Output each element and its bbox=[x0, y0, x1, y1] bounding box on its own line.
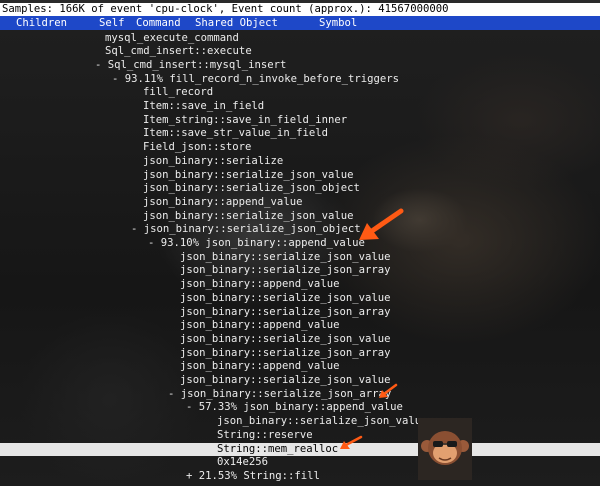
call-tree-row[interactable]: json_binary::serialize bbox=[0, 155, 600, 169]
call-tree-symbol: json_binary::serialize_json_value bbox=[143, 209, 354, 222]
call-tree-symbol: - json_binary::serialize_json_array bbox=[168, 387, 392, 400]
call-tree-symbol: Field_json::store bbox=[143, 141, 252, 154]
call-tree-symbol: Item_string::save_in_field_inner bbox=[143, 113, 348, 126]
call-tree-row[interactable]: 0x14e256 bbox=[0, 456, 600, 470]
call-tree-row[interactable]: Item_string::save_in_field_inner bbox=[0, 114, 600, 128]
call-tree-symbol: String::reserve bbox=[217, 428, 313, 441]
call-tree-symbol: fill_record bbox=[143, 86, 214, 99]
call-tree-row[interactable]: Item::save_str_value_in_field bbox=[0, 127, 600, 141]
column-children[interactable]: Children bbox=[16, 16, 67, 30]
call-tree-row[interactable]: json_binary::serialize_json_value bbox=[0, 292, 600, 306]
call-tree-row[interactable]: json_binary::serialize_json_value bbox=[0, 251, 600, 265]
call-tree-row[interactable]: - json_binary::serialize_json_array bbox=[0, 388, 600, 402]
call-tree-row[interactable]: json_binary::serialize_json_value bbox=[0, 415, 600, 429]
call-tree-symbol: json_binary::serialize_json_value bbox=[180, 250, 391, 263]
call-tree-symbol: json_binary::serialize_json_value bbox=[217, 415, 428, 428]
perf-report-terminal: Samples: 166K of event 'cpu-clock', Even… bbox=[0, 0, 600, 486]
call-tree-symbol: String::mem_realloc bbox=[217, 442, 339, 455]
call-tree-row[interactable]: - Sql_cmd_insert::mysql_insert bbox=[0, 59, 600, 73]
samples-header: Samples: 166K of event 'cpu-clock', Even… bbox=[0, 3, 600, 16]
call-tree-row[interactable]: Field_json::store bbox=[0, 141, 600, 155]
call-tree-symbol: - 57.33% json_binary::append_value bbox=[186, 401, 403, 414]
call-tree-row[interactable]: json_binary::serialize_json_object bbox=[0, 182, 600, 196]
call-tree-symbol: + 21.53% String::fill bbox=[186, 469, 320, 482]
call-tree-row[interactable]: fill_record bbox=[0, 86, 600, 100]
arrow-icon bbox=[359, 208, 404, 240]
call-tree-symbol: json_binary::append_value bbox=[180, 360, 340, 373]
call-tree-symbol: json_binary::serialize_json_object bbox=[143, 182, 360, 195]
call-tree-symbol: json_binary::serialize_json_array bbox=[180, 346, 391, 359]
call-tree-row[interactable]: String::reserve bbox=[0, 429, 600, 443]
call-tree-row[interactable]: - 93.11% fill_record_n_invoke_before_tri… bbox=[0, 73, 600, 87]
call-tree-row-selected[interactable]: String::mem_realloc bbox=[0, 442, 600, 457]
call-tree-row[interactable]: + 21.53% String::fill bbox=[0, 470, 600, 484]
call-tree-row[interactable]: json_binary::serialize_json_array bbox=[0, 347, 600, 361]
column-header-bar: Children Self Command Shared Object Symb… bbox=[0, 16, 600, 30]
call-tree-symbol: Item::save_in_field bbox=[143, 100, 265, 112]
call-tree-row[interactable]: json_binary::serialize_json_value bbox=[0, 333, 600, 347]
call-tree-row[interactable]: json_binary::serialize_json_value bbox=[0, 374, 600, 388]
monkey-avatar-icon bbox=[418, 418, 472, 480]
arrow-icon bbox=[340, 435, 363, 449]
call-tree-symbol: json_binary::serialize_json_array bbox=[180, 305, 391, 318]
call-tree-row[interactable]: json_binary::append_value bbox=[0, 196, 600, 210]
call-tree-row[interactable]: Item::save_in_field bbox=[0, 100, 600, 114]
call-tree-symbol: - 93.10% json_binary::append_value bbox=[148, 237, 365, 249]
call-tree-symbol: json_binary::serialize_json_array bbox=[180, 264, 391, 277]
call-tree-row[interactable]: json_binary::serialize_json_array bbox=[0, 306, 600, 320]
call-tree-symbol: json_binary::append_value bbox=[180, 319, 340, 332]
call-tree-row[interactable]: - json_binary::serialize_json_object bbox=[0, 223, 600, 237]
column-command[interactable]: Command bbox=[136, 16, 181, 30]
call-tree-row[interactable]: json_binary::serialize_json_value bbox=[0, 210, 600, 224]
call-tree-row[interactable]: - 57.33% json_binary::append_value bbox=[0, 401, 600, 415]
call-tree-symbol: - 93.11% fill_record_n_invoke_before_tri… bbox=[112, 72, 400, 85]
call-tree-symbol: 0x14e256 bbox=[217, 456, 269, 469]
call-tree-symbol: json_binary::serialize_json_value bbox=[143, 168, 354, 181]
call-tree-row[interactable]: json_binary::serialize_json_value bbox=[0, 169, 600, 183]
column-self[interactable]: Self bbox=[99, 16, 125, 30]
call-tree-symbol: Item::save_str_value_in_field bbox=[143, 127, 328, 140]
call-tree-symbol: json_binary::serialize_json_value bbox=[180, 291, 391, 304]
call-tree-row[interactable]: json_binary::append_value bbox=[0, 360, 600, 374]
call-tree-symbol: json_binary::serialize_json_value bbox=[180, 374, 391, 386]
call-tree-symbol: json_binary::serialize_json_value bbox=[180, 332, 391, 345]
call-tree-row[interactable]: json_binary::append_value bbox=[0, 278, 600, 292]
call-tree-symbol: json_binary::append_value bbox=[143, 195, 303, 208]
call-tree-row[interactable]: - 93.10% json_binary::append_value bbox=[0, 237, 600, 251]
call-tree-row[interactable]: json_binary::append_value bbox=[0, 319, 600, 333]
call-tree-row[interactable]: mysql_execute_command bbox=[0, 32, 600, 46]
call-tree-symbol: Sql_cmd_insert::execute bbox=[105, 45, 252, 58]
call-tree-symbol: mysql_execute_command bbox=[105, 31, 239, 44]
call-tree-row[interactable]: Sql_cmd_insert::execute bbox=[0, 45, 600, 59]
call-tree-symbol: json_binary::serialize bbox=[143, 154, 284, 167]
call-tree-symbol: - Sql_cmd_insert::mysql_insert bbox=[95, 58, 287, 71]
column-shared-object[interactable]: Shared Object bbox=[195, 16, 278, 30]
column-symbol[interactable]: Symbol bbox=[319, 16, 357, 30]
call-tree-row[interactable]: json_binary::serialize_json_array bbox=[0, 264, 600, 278]
call-tree-symbol: json_binary::append_value bbox=[180, 278, 340, 291]
samples-text: Samples: 166K of event 'cpu-clock', Even… bbox=[2, 3, 449, 15]
call-tree-symbol: - json_binary::serialize_json_object bbox=[131, 223, 361, 236]
arrow-icon bbox=[379, 383, 398, 398]
